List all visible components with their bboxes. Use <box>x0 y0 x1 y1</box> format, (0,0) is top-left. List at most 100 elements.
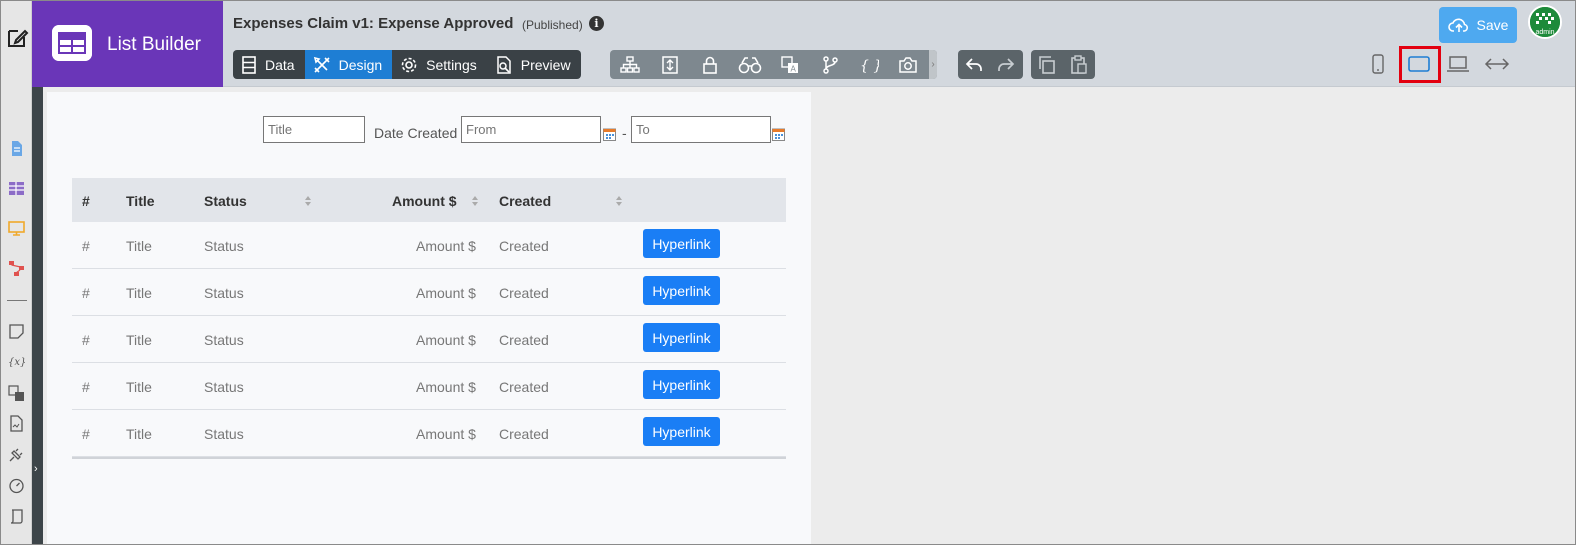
table-row: # Title Status Amount $ Created Hyperlin… <box>72 363 786 410</box>
chevron-right-icon[interactable]: › <box>34 463 38 475</box>
column-header-created[interactable]: Created <box>499 193 551 209</box>
cell-number: # <box>82 379 90 395</box>
lock-icon[interactable] <box>700 56 720 74</box>
design-canvas: Date Created - # Title Status Amount $ C… <box>47 92 811 544</box>
title-filter-input[interactable] <box>263 116 365 143</box>
cell-title: Title <box>126 332 152 348</box>
cell-amount: Amount $ <box>416 285 476 301</box>
cell-number: # <box>82 285 90 301</box>
date-created-label: Date Created <box>374 125 458 141</box>
date-from-input[interactable] <box>461 116 601 143</box>
undo-icon[interactable] <box>964 55 984 75</box>
tablet-icon[interactable] <box>1407 55 1431 73</box>
tab-settings[interactable]: Settings <box>392 50 487 79</box>
translate-icon[interactable]: A <box>780 56 800 74</box>
sort-icon[interactable] <box>471 195 479 207</box>
cell-amount: Amount $ <box>416 332 476 348</box>
cell-created: Created <box>499 426 549 442</box>
svg-text:A: A <box>791 65 797 74</box>
monitor-icon[interactable] <box>8 220 25 237</box>
preview-icon <box>497 55 511 74</box>
tab-design-label: Design <box>338 56 383 73</box>
avatar[interactable]: admin <box>1528 5 1562 39</box>
laptop-icon[interactable] <box>1446 55 1470 73</box>
save-button-label: Save <box>1476 17 1509 33</box>
variable-icon[interactable]: {x} <box>8 353 25 370</box>
column-header-amount[interactable]: Amount $ <box>392 193 457 209</box>
camera-icon[interactable] <box>898 56 918 74</box>
translate-icon[interactable] <box>8 385 25 402</box>
form-icon[interactable] <box>660 56 680 74</box>
cell-title: Title <box>126 285 152 301</box>
cell-status: Status <box>204 238 244 254</box>
brand-panel: List Builder <box>32 1 223 87</box>
table-row: # Title Status Amount $ Created Hyperlin… <box>72 269 786 316</box>
svg-text:{x}: {x} <box>8 357 25 368</box>
cloud-upload-icon <box>1447 18 1468 32</box>
panel-toggle-strip[interactable] <box>32 87 43 544</box>
note-icon[interactable] <box>8 323 25 340</box>
tab-design[interactable]: Design <box>304 50 393 79</box>
save-button[interactable]: Save <box>1439 7 1517 43</box>
cell-status: Status <box>204 426 244 442</box>
table-row: # Title Status Amount $ Created Hyperlin… <box>72 316 786 363</box>
hyperlink-button[interactable]: Hyperlink <box>643 323 720 352</box>
cell-created: Created <box>499 238 549 254</box>
left-rail: {x} <box>1 1 32 544</box>
binoculars-icon[interactable] <box>738 56 762 74</box>
calendar-icon[interactable] <box>772 128 785 141</box>
phone-icon[interactable] <box>1370 54 1386 74</box>
hyperlink-button[interactable]: Hyperlink <box>643 229 720 258</box>
full-width-icon[interactable] <box>1484 56 1510 72</box>
page-icon[interactable] <box>8 140 25 157</box>
workflow-icon[interactable] <box>8 260 25 277</box>
hyperlink-button[interactable]: Hyperlink <box>643 370 720 399</box>
app-title: List Builder <box>107 34 201 55</box>
hyperlink-button[interactable]: Hyperlink <box>643 276 720 305</box>
publish-status: (Published) <box>522 18 583 32</box>
sort-icon[interactable] <box>615 195 623 207</box>
avatar-label: admin <box>1535 29 1555 36</box>
document-icon[interactable] <box>8 415 25 432</box>
grid-header: # Title Status Amount $ Created <box>72 178 786 222</box>
paste-icon[interactable] <box>1069 55 1089 75</box>
cell-title: Title <box>126 426 152 442</box>
branch-icon[interactable] <box>820 56 840 74</box>
cell-amount: Amount $ <box>416 238 476 254</box>
cell-number: # <box>82 426 90 442</box>
tab-data-label: Data <box>265 56 295 73</box>
braces-icon[interactable]: { } <box>859 56 879 74</box>
toolbar-scroll-right[interactable]: › <box>929 50 937 79</box>
column-header-title[interactable]: Title <box>126 193 155 209</box>
clipboard-group <box>1031 50 1095 79</box>
tab-preview[interactable]: Preview <box>487 50 581 79</box>
tab-preview-label: Preview <box>520 56 571 73</box>
cell-number: # <box>82 238 90 254</box>
mode-tabs: Data Design Settings Preview <box>233 50 581 79</box>
rail-divider <box>7 300 27 301</box>
table-icon[interactable] <box>8 180 25 197</box>
cell-created: Created <box>499 285 549 301</box>
edit-icon[interactable] <box>5 26 29 50</box>
tab-data[interactable]: Data <box>233 50 305 79</box>
gear-icon <box>401 57 417 72</box>
dashboard-icon[interactable] <box>8 477 25 494</box>
cell-status: Status <box>204 285 244 301</box>
table-row: # Title Status Amount $ Created Hyperlin… <box>72 410 786 457</box>
sort-icon[interactable] <box>304 195 312 207</box>
hyperlink-button[interactable]: Hyperlink <box>643 417 720 446</box>
info-icon[interactable]: i <box>589 16 604 31</box>
redo-icon[interactable] <box>996 55 1016 75</box>
column-header-status[interactable]: Status <box>204 193 247 209</box>
sitemap-icon[interactable] <box>620 56 640 74</box>
table-row: # Title Status Amount $ Created Hyperlin… <box>72 222 786 269</box>
grid-bottom-border <box>72 457 786 459</box>
column-header-number: # <box>82 193 90 209</box>
copy-icon[interactable] <box>1037 55 1057 75</box>
date-to-input[interactable] <box>631 116 771 143</box>
page-title: Expenses Claim v1: Expense Approved <box>233 15 514 32</box>
plug-icon[interactable] <box>8 446 25 463</box>
cell-title: Title <box>126 379 152 395</box>
calendar-icon[interactable] <box>603 128 616 141</box>
script-icon[interactable] <box>8 508 25 525</box>
